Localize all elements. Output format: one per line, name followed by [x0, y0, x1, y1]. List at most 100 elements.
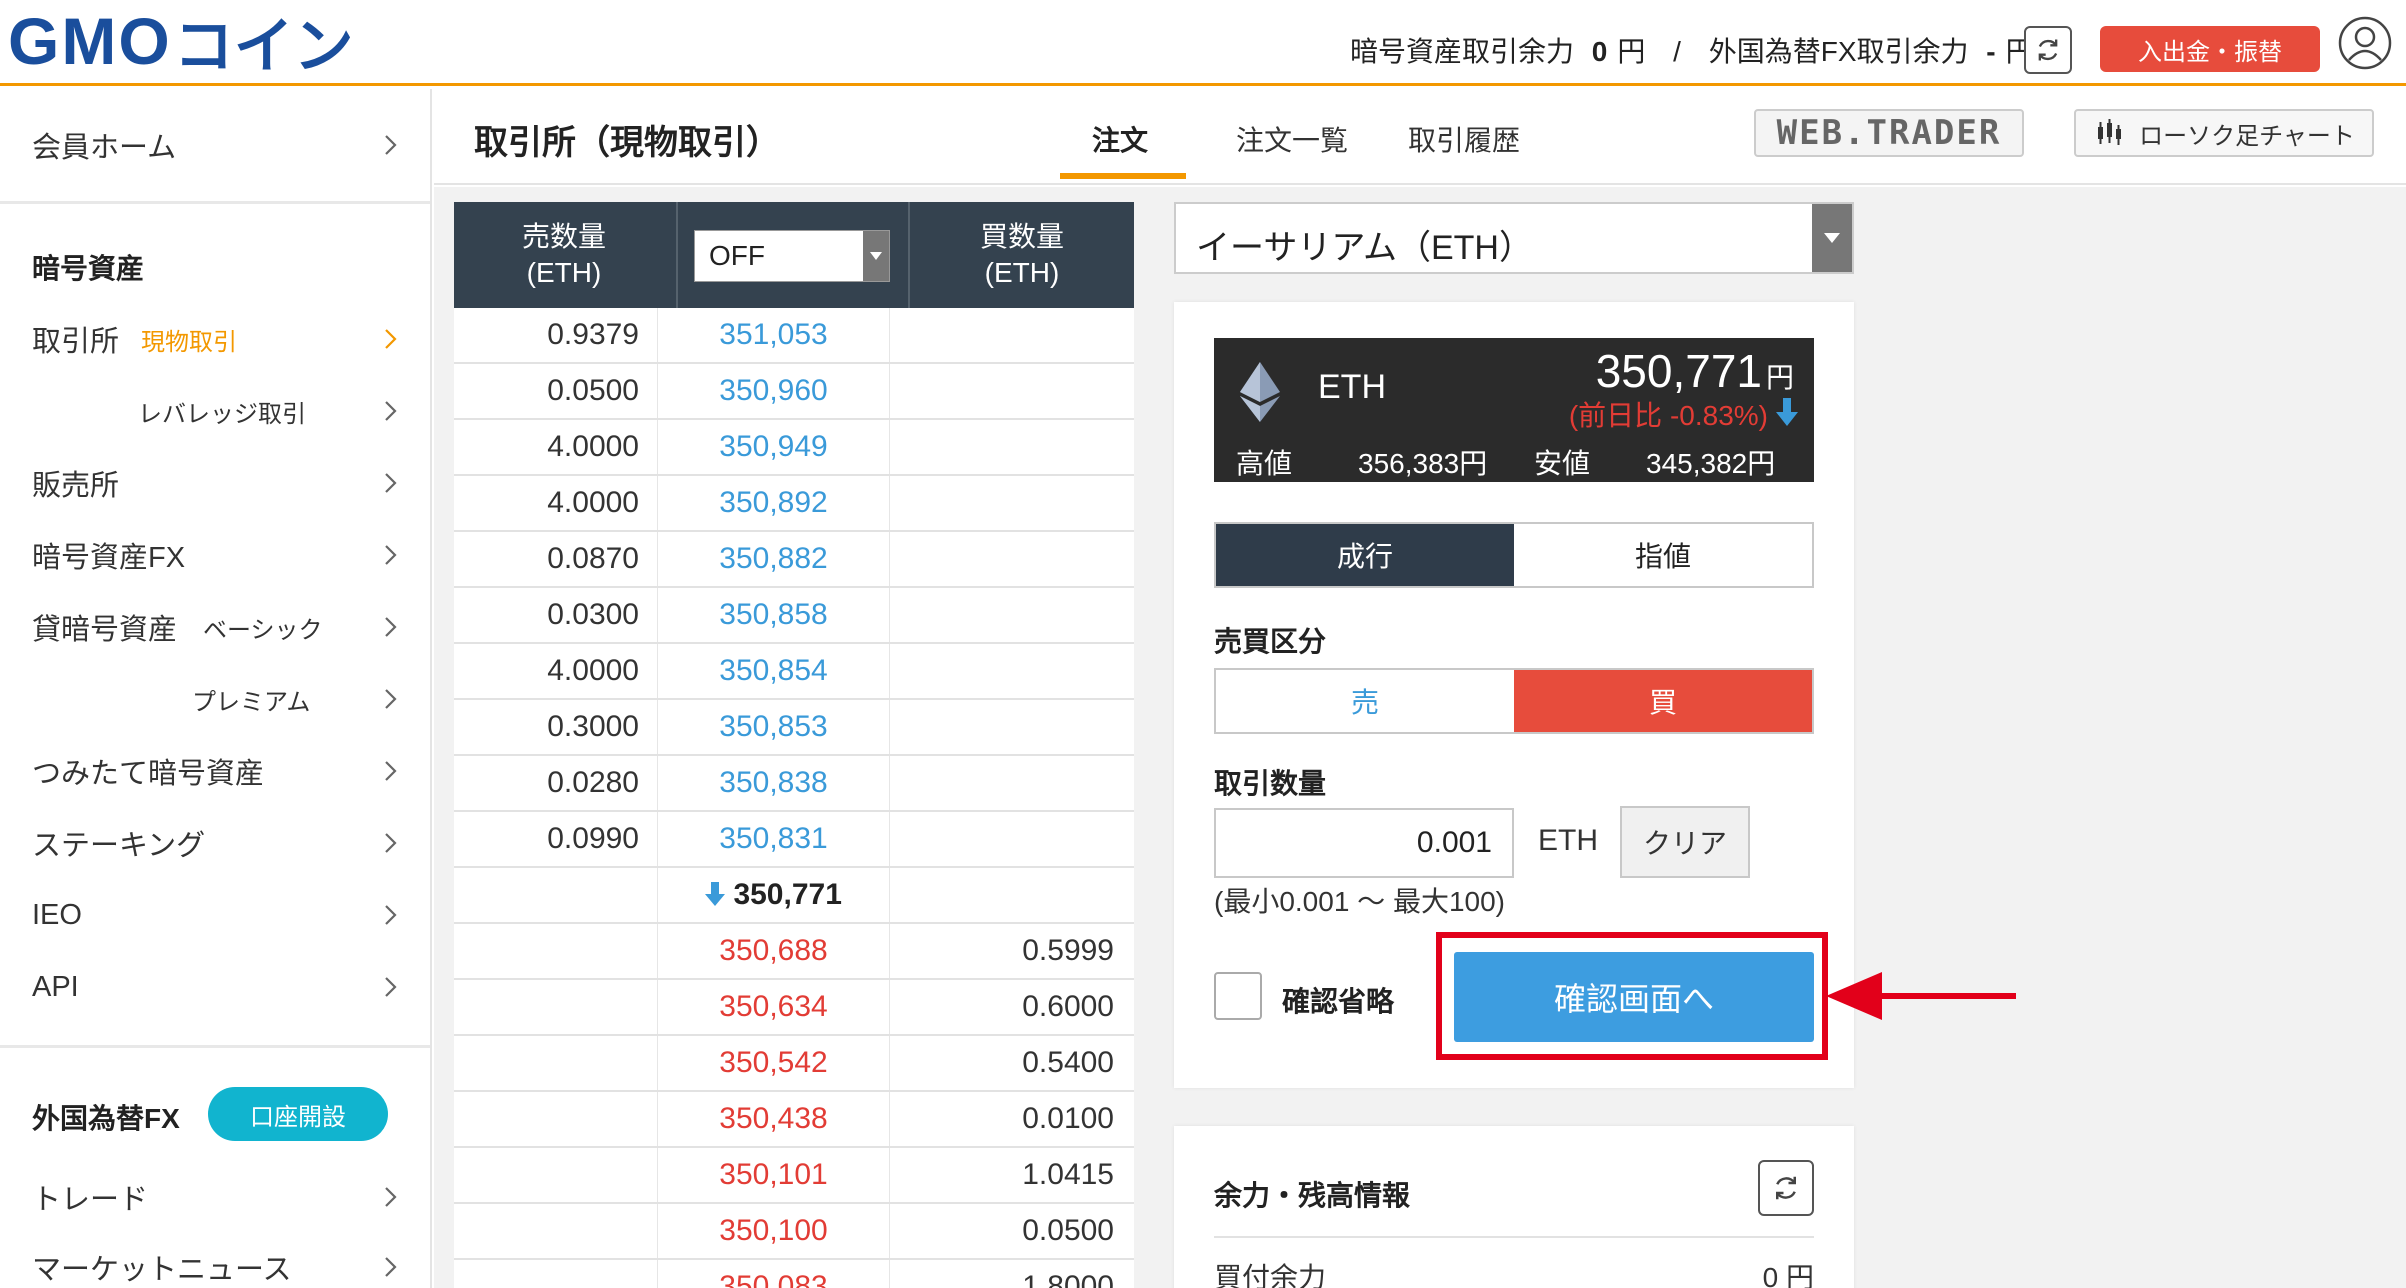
- dropdown-arrow-icon: [1812, 204, 1852, 272]
- logo-coin-text: コイン: [173, 12, 354, 80]
- sidebar-heading-crypto: 暗号資産: [32, 253, 145, 284]
- sidebar-item-label: IEO: [32, 898, 82, 931]
- dropdown-arrow-icon: [863, 231, 889, 281]
- ask-qty: 0.0500: [454, 364, 658, 418]
- sidebar-item-leverage[interactable]: レバレッジ取引: [32, 385, 402, 437]
- sidebar: 会員ホーム 暗号資産 取引所 現物取引 レバレッジ取引 販売所 暗号資産FX 貸…: [0, 89, 432, 1288]
- ask-row[interactable]: 0.9379 351,053: [454, 308, 1134, 364]
- sell-tab[interactable]: 売: [1216, 670, 1514, 732]
- ask-price[interactable]: 350,838: [658, 756, 890, 810]
- balance-title: 余力・残高情報: [1214, 1180, 1411, 1211]
- refresh-icon: [1776, 1176, 1796, 1200]
- ask-price[interactable]: 350,831: [658, 812, 890, 866]
- sidebar-item-ieo[interactable]: IEO: [32, 889, 402, 941]
- gmo-coin-logo[interactable]: GMO コイン: [8, 4, 354, 80]
- sell-qty-header: 売数量 (ETH): [454, 202, 674, 308]
- tab-trade-history[interactable]: 取引履歴: [1408, 119, 1520, 159]
- limit-order-tab[interactable]: 指値: [1514, 524, 1812, 586]
- user-account-icon[interactable]: [2338, 16, 2392, 70]
- sidebar-item-store[interactable]: 販売所: [32, 457, 402, 509]
- ask-price[interactable]: 350,949: [658, 420, 890, 474]
- clear-button[interactable]: クリア: [1620, 806, 1750, 878]
- quantity-label: 取引数量: [1214, 768, 1327, 799]
- sidebar-item-label: 暗号資産FX: [32, 542, 186, 574]
- buy-power-value: 0 円: [1762, 1262, 1814, 1288]
- bid-price[interactable]: 350,688: [658, 924, 890, 978]
- bid-row[interactable]: 350,634 0.6000: [454, 980, 1134, 1036]
- bid-row[interactable]: 350,101 1.0415: [454, 1148, 1134, 1204]
- ask-price[interactable]: 350,892: [658, 476, 890, 530]
- sidebar-item-trade[interactable]: トレード: [32, 1171, 402, 1223]
- buy-qty-header-unit: (ETH): [984, 257, 1060, 288]
- ask-row[interactable]: 0.0280 350,838: [454, 756, 1134, 812]
- buy-power-label: 買付余力: [1214, 1262, 1327, 1288]
- ask-row[interactable]: 0.0990 350,831: [454, 812, 1134, 868]
- low-value: 345,382円: [1646, 448, 1776, 479]
- bid-qty: 1.8000: [1022, 1270, 1114, 1288]
- balance-divider: [1214, 1236, 1814, 1238]
- sidebar-item-label: API: [32, 970, 79, 1003]
- sidebar-item-lending-premium[interactable]: プレミアム: [32, 673, 402, 725]
- ask-price[interactable]: 350,853: [658, 700, 890, 754]
- bid-price[interactable]: 350,634: [658, 980, 890, 1034]
- ask-row[interactable]: 0.0870 350,882: [454, 532, 1134, 588]
- bid-qty-empty: [890, 476, 1134, 530]
- buy-tab[interactable]: 買: [1514, 670, 1812, 732]
- chevron-right-icon: [385, 761, 397, 781]
- sidebar-item-label: 会員ホーム: [32, 132, 177, 164]
- header-refresh-button[interactable]: [2024, 26, 2072, 74]
- bid-price[interactable]: 350,438: [658, 1092, 890, 1146]
- sidebar-item-api[interactable]: API: [32, 961, 402, 1013]
- bid-price[interactable]: 350,100: [658, 1204, 890, 1258]
- sidebar-item-staking[interactable]: ステーキング: [32, 817, 402, 869]
- sidebar-divider: [0, 1045, 430, 1048]
- ask-price[interactable]: 351,053: [658, 308, 890, 362]
- ask-row[interactable]: 0.0500 350,960: [454, 364, 1134, 420]
- bid-row[interactable]: 350,100 0.0500: [454, 1204, 1134, 1260]
- tab-order[interactable]: 注文: [1092, 119, 1148, 159]
- ask-price[interactable]: 350,854: [658, 644, 890, 698]
- ask-price[interactable]: 350,858: [658, 588, 890, 642]
- sidebar-item-lending-basic[interactable]: 貸暗号資産 ベーシック: [32, 601, 402, 653]
- ask-row[interactable]: 0.0300 350,858: [454, 588, 1134, 644]
- bid-price[interactable]: 350,101: [658, 1148, 890, 1202]
- price-group-select[interactable]: OFF: [694, 230, 890, 282]
- confirm-screen-button[interactable]: 確認画面へ: [1454, 952, 1814, 1042]
- ask-row[interactable]: 0.3000 350,853: [454, 700, 1134, 756]
- tab-order-list[interactable]: 注文一覧: [1236, 119, 1348, 159]
- ask-row[interactable]: 4.0000 350,854: [454, 644, 1134, 700]
- sidebar-item-exchange-spot[interactable]: 取引所 現物取引: [32, 313, 402, 365]
- deposit-transfer-button[interactable]: 入出金・振替: [2100, 26, 2320, 72]
- sidebar-item-label: ステーキング: [32, 830, 206, 862]
- skip-confirm-checkbox[interactable]: [1214, 972, 1262, 1020]
- ask-qty: 0.0870: [454, 532, 658, 586]
- sidebar-item-member-home[interactable]: 会員ホーム: [32, 119, 402, 171]
- ask-price[interactable]: 350,882: [658, 532, 890, 586]
- symbol-select[interactable]: イーサリアム（ETH）: [1174, 202, 1854, 274]
- market-order-tab[interactable]: 成行: [1216, 524, 1514, 586]
- ask-price[interactable]: 350,960: [658, 364, 890, 418]
- sidebar-item-tsumitate[interactable]: つみたて暗号資産: [32, 745, 402, 797]
- chevron-right-icon: [385, 833, 397, 853]
- bid-qty: 0.0100: [1022, 1102, 1114, 1135]
- bid-row[interactable]: 350,083 1.8000: [454, 1260, 1134, 1288]
- bid-row[interactable]: 350,542 0.5400: [454, 1036, 1134, 1092]
- bid-qty-empty: [890, 644, 1134, 698]
- balance-refresh-button[interactable]: [1758, 1160, 1814, 1216]
- sidebar-item-crypto-fx[interactable]: 暗号資産FX: [32, 529, 402, 581]
- webtrader-button[interactable]: WEB.TRADER: [1754, 109, 2024, 157]
- bid-row[interactable]: 350,438 0.0100: [454, 1092, 1134, 1148]
- sidebar-item-market-news[interactable]: マーケットニュース: [32, 1241, 402, 1288]
- bid-row[interactable]: 350,688 0.5999: [454, 924, 1134, 980]
- bid-price[interactable]: 350,083: [658, 1260, 890, 1288]
- order-type-toggle: 成行 指値: [1214, 522, 1814, 588]
- ask-qty-empty: [454, 1204, 658, 1258]
- open-account-button[interactable]: 口座開設: [208, 1087, 388, 1141]
- sidebar-item-label: トレード: [32, 1184, 149, 1216]
- ask-row[interactable]: 4.0000 350,892: [454, 476, 1134, 532]
- quantity-input[interactable]: [1214, 808, 1514, 878]
- ask-row[interactable]: 4.0000 350,949: [454, 420, 1134, 476]
- ask-qty-empty: [454, 1092, 658, 1146]
- candlestick-chart-button[interactable]: ローソク足チャート: [2074, 109, 2374, 157]
- bid-price[interactable]: 350,542: [658, 1036, 890, 1090]
